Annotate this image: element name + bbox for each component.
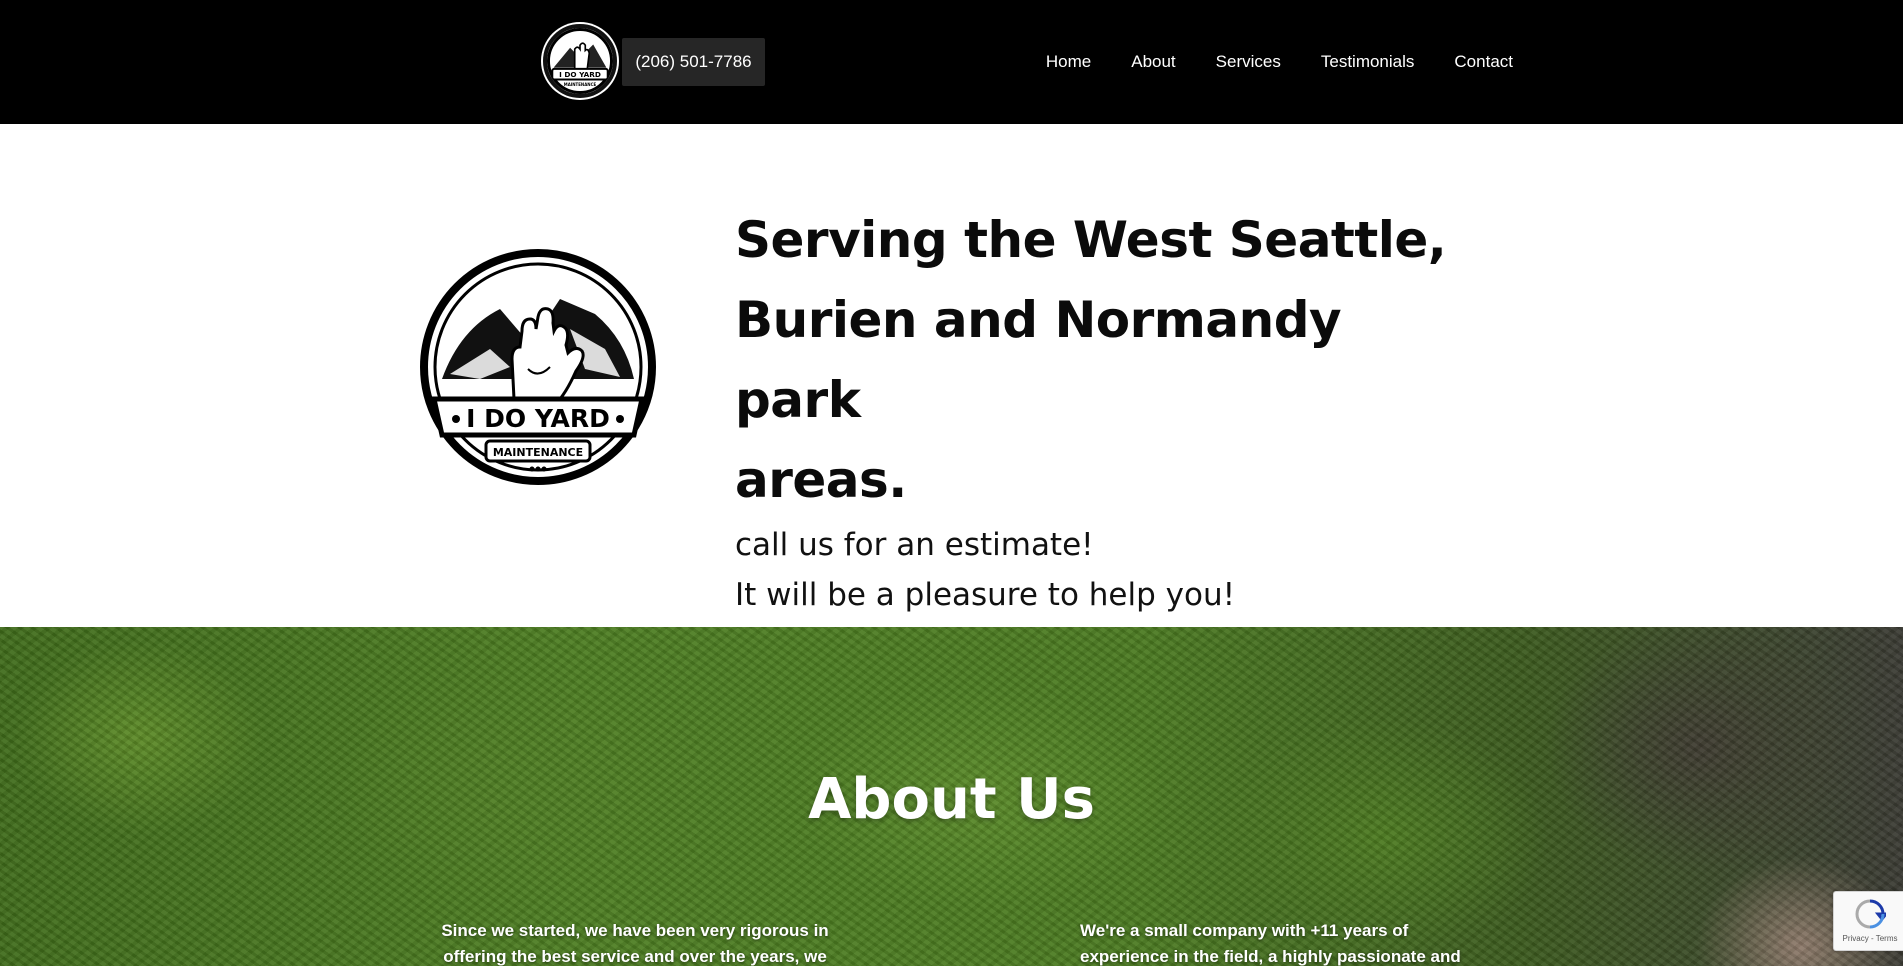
headline-line: Burien and Normandy park (735, 291, 1342, 429)
hero-text-block: Serving the West Seattle, Burien and Nor… (735, 200, 1475, 620)
top-navigation-bar: I DO YARD MAINTENANCE (206) 501-7786 Hom… (0, 0, 1903, 124)
hero-headline: Serving the West Seattle, Burien and Nor… (735, 200, 1475, 520)
subtext-line: It will be a pleasure to help you! (735, 577, 1236, 613)
logo-mark-icon: I DO YARD MAINTENANCE (547, 28, 613, 94)
nav-home-link[interactable]: Home (1046, 52, 1091, 72)
small-logo-text: I DO YARD (559, 70, 601, 79)
about-right-line: experience in the field, a highly passio… (1080, 947, 1461, 966)
about-right-line: We're a small company with +11 years of (1080, 921, 1409, 940)
phone-button[interactable]: (206) 501-7786 (622, 38, 765, 86)
nav-contact-link[interactable]: Contact (1454, 52, 1513, 72)
large-logo-text: I DO YARD (466, 404, 610, 433)
about-right-text: We're a small company with +11 years of … (1080, 918, 1480, 966)
recaptcha-links[interactable]: Privacy - Terms (1838, 934, 1902, 943)
about-title: About Us (808, 767, 1095, 832)
nav-testimonials-link[interactable]: Testimonials (1321, 52, 1415, 72)
nav-services-link[interactable]: Services (1216, 52, 1281, 72)
about-left-text: Since we started, we have been very rigo… (440, 918, 830, 966)
main-nav: Home About Services Testimonials Contact (1046, 38, 1513, 86)
about-section: About Us Since we started, we have been … (0, 627, 1903, 966)
headline-line: Serving the West Seattle, (735, 211, 1447, 269)
company-logo-small[interactable]: I DO YARD MAINTENANCE (543, 24, 617, 98)
subtext-line: call us for an estimate! (735, 527, 1094, 563)
about-left-line: Since we started, we have been very rigo… (441, 921, 829, 940)
recaptcha-icon (1855, 899, 1886, 929)
hero-section: I DO YARD MAINTENANCE Serving the West S… (0, 124, 1903, 627)
large-logo-subtext: MAINTENANCE (493, 446, 583, 459)
hero-subtext: call us for an estimate! It will be a pl… (735, 520, 1475, 620)
nav-about-link[interactable]: About (1131, 52, 1175, 72)
small-logo-subtext: MAINTENANCE (564, 82, 597, 87)
about-left-line: offering the best service and over the y… (443, 947, 827, 966)
company-logo-large: I DO YARD MAINTENANCE (420, 249, 656, 485)
headline-line: areas. (735, 451, 907, 509)
yard-maintenance-logo-icon: I DO YARD MAINTENANCE (420, 249, 656, 485)
recaptcha-badge[interactable]: Privacy - Terms (1833, 891, 1903, 951)
